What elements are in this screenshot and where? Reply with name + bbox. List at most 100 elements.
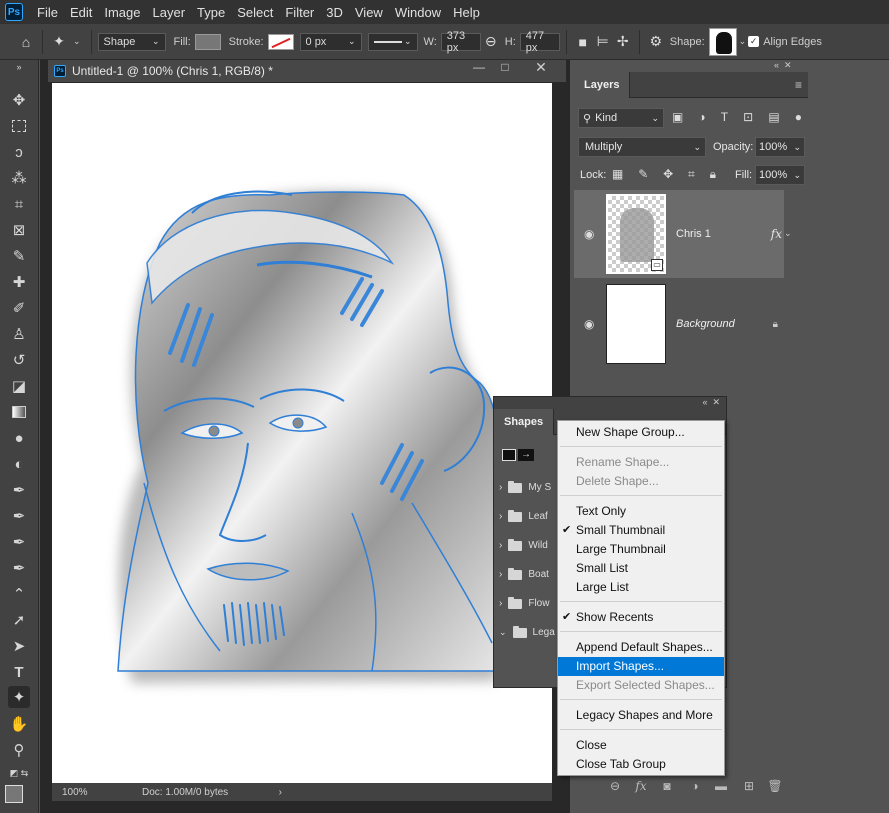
shape-group-row[interactable]: › Flow	[499, 589, 559, 618]
clone-stamp-tool-icon[interactable]: ♙	[8, 323, 30, 345]
stroke-width-field[interactable]: 0 px ⌄	[299, 32, 362, 51]
convert-point-tool-icon[interactable]: ⌃	[8, 583, 30, 605]
fx-icon[interactable]: fx	[632, 777, 650, 795]
type-filter-icon[interactable]: T	[721, 110, 728, 126]
grid-view-icon[interactable]	[502, 449, 516, 461]
adjustment-layer-icon[interactable]: ◑	[686, 777, 704, 795]
home-icon[interactable]: ⌂	[16, 32, 36, 52]
collapse-tools-icon[interactable]: »	[8, 62, 30, 72]
crop-tool-icon[interactable]: ⌗	[8, 193, 30, 215]
pen-tool-icon[interactable]: ✒	[8, 479, 30, 501]
menu-item-legacy-shapes[interactable]: Legacy Shapes and More	[558, 706, 724, 725]
menu-type[interactable]: Type	[191, 5, 231, 20]
fill-field[interactable]: 100% ⌄	[755, 165, 805, 185]
opacity-field[interactable]: 100% ⌄	[755, 137, 805, 157]
menu-item-delete-shape[interactable]: Delete Shape...	[558, 472, 724, 491]
menu-layer[interactable]: Layer	[147, 5, 192, 20]
healing-brush-tool-icon[interactable]: ✚	[8, 271, 30, 293]
zoom-tool-icon[interactable]: ⚲	[8, 739, 30, 761]
brush-tool-icon[interactable]: ✐	[8, 297, 30, 319]
custom-shape-tool-icon[interactable]: ✦	[49, 32, 69, 52]
shape-group-row[interactable]: › Leaf	[499, 502, 559, 531]
eraser-tool-icon[interactable]: ◪	[8, 375, 30, 397]
menu-item-show-recents[interactable]: ✔ Show Recents	[558, 608, 724, 627]
pixel-filter-icon[interactable]: ▣	[672, 110, 683, 126]
document-tab[interactable]: Ps Untitled-1 @ 100% (Chris 1, RGB/8) * …	[48, 59, 566, 82]
shape-group-row[interactable]: › Boat	[499, 560, 559, 589]
menu-item-small-list[interactable]: Small List	[558, 559, 724, 578]
lock-position-icon[interactable]: ✥	[663, 167, 673, 183]
menu-item-export-selected-shapes[interactable]: Export Selected Shapes...	[558, 676, 724, 695]
gradient-tool-icon[interactable]	[8, 401, 30, 423]
frame-tool-icon[interactable]: ⊠	[8, 219, 30, 241]
document-canvas[interactable]	[52, 83, 552, 783]
blur-tool-icon[interactable]: ●	[8, 427, 30, 449]
path-operations-icon[interactable]: ■	[573, 32, 593, 52]
menu-filter[interactable]: Filter	[279, 5, 320, 20]
trash-icon[interactable]: 🗑︎	[766, 777, 784, 795]
menu-item-new-shape-group[interactable]: New Shape Group...	[558, 423, 724, 442]
hand-tool-icon[interactable]: ✋	[8, 713, 30, 735]
tab-layers[interactable]: Layers	[574, 72, 631, 98]
menu-item-rename-shape[interactable]: Rename Shape...	[558, 453, 724, 472]
tab-shapes[interactable]: Shapes	[494, 409, 555, 435]
menu-item-close-tab-group[interactable]: Close Tab Group	[558, 755, 724, 774]
menu-item-large-thumbnail[interactable]: Large Thumbnail	[558, 540, 724, 559]
fill-swatch[interactable]	[194, 33, 221, 50]
layer-filter-select[interactable]: ⚲ Kind ⌄	[578, 108, 664, 128]
type-tool-icon[interactable]: T	[8, 661, 30, 683]
photoshop-logo-icon[interactable]: Ps	[5, 3, 23, 21]
height-field[interactable]: 477 px	[519, 30, 560, 54]
layer-row[interactable]: ◉ ▭ Chris 1 fx	[574, 190, 784, 278]
tool-mode-select[interactable]: Shape ⌄	[97, 32, 166, 51]
menu-item-import-shapes[interactable]: Import Shapes...	[558, 657, 724, 676]
chevron-down-icon[interactable]: ⌄	[73, 36, 81, 47]
layer-row[interactable]: ◉ Background 🔒︎	[574, 280, 794, 368]
menu-image[interactable]: Image	[98, 5, 146, 20]
close-icon[interactable]: ✕	[524, 59, 558, 75]
arrow-shape-icon[interactable]: →	[518, 449, 534, 461]
menu-item-large-list[interactable]: Large List	[558, 578, 724, 597]
move-tool-icon[interactable]: ✥	[8, 89, 30, 111]
eyedropper-tool-icon[interactable]: ✎	[8, 245, 30, 267]
freeform-pen-tool-icon[interactable]: ✒	[8, 531, 30, 553]
maximize-icon[interactable]: □	[488, 60, 522, 74]
lasso-tool-icon[interactable]: ↄ	[8, 141, 30, 163]
blend-mode-select[interactable]: Multiply ⌄	[578, 137, 706, 157]
path-selection-tool-icon[interactable]: ➤	[8, 635, 30, 657]
menu-select[interactable]: Select	[231, 5, 279, 20]
filter-toggle-icon[interactable]: ●	[795, 110, 802, 126]
shape-group-row[interactable]: › My S	[499, 473, 559, 502]
lock-all-icon[interactable]: 🔒︎	[710, 167, 716, 183]
direct-selection-tool-icon[interactable]: ➚	[8, 609, 30, 631]
smart-object-filter-icon[interactable]: ▤	[768, 110, 779, 126]
menu-item-text-only[interactable]: Text Only	[558, 502, 724, 521]
menu-view[interactable]: View	[349, 5, 389, 20]
chevron-down-icon[interactable]: ⌄	[784, 228, 792, 239]
stroke-type-select[interactable]: ⌄	[367, 32, 418, 51]
menu-item-append-default-shapes[interactable]: Append Default Shapes...	[558, 638, 724, 657]
panel-collapse-icon[interactable]: « ✕	[494, 397, 726, 409]
path-alignment-icon[interactable]: ⊨	[593, 32, 613, 52]
menu-edit[interactable]: Edit	[64, 5, 98, 20]
link-icon[interactable]: ⊖	[481, 32, 501, 52]
visibility-eye-icon[interactable]: ◉	[584, 317, 594, 331]
panel-collapse-icon[interactable]: « ✕	[774, 60, 808, 72]
add-mask-icon[interactable]: ◙	[658, 777, 676, 795]
path-arrangement-icon[interactable]: ✢	[613, 32, 633, 52]
curvature-pen-tool-icon[interactable]: ✒	[8, 557, 30, 579]
stroke-swatch[interactable]	[267, 33, 294, 50]
link-layers-icon[interactable]: ⊖	[606, 777, 624, 795]
fx-icon[interactable]: fx	[771, 227, 782, 241]
new-layer-icon[interactable]: ⊞	[740, 777, 758, 795]
chevron-down-icon[interactable]: ⌄	[739, 36, 747, 47]
menu-window[interactable]: Window	[389, 5, 447, 20]
foreground-color-swatch[interactable]	[5, 785, 23, 803]
shape-group-row[interactable]: ⌄ Lega	[499, 618, 559, 647]
adjustment-filter-icon[interactable]: ◑	[698, 110, 705, 126]
shape-picker[interactable]	[708, 27, 737, 56]
panel-menu-icon[interactable]: ≡	[795, 78, 802, 92]
align-edges-checkbox[interactable]: ✓	[748, 36, 760, 47]
menu-item-small-thumbnail[interactable]: ✔ Small Thumbnail	[558, 521, 724, 540]
magic-wand-tool-icon[interactable]: ⁂	[8, 167, 30, 189]
